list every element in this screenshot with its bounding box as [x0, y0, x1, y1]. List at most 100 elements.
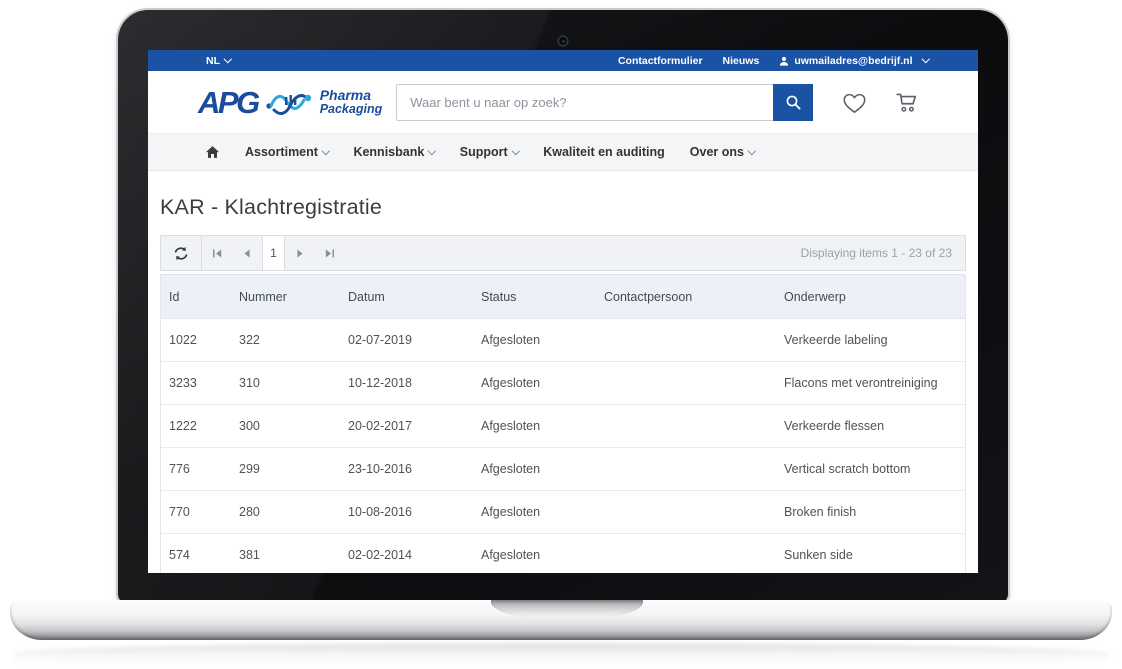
- cell-id: 574: [169, 548, 239, 562]
- cell-datum: 02-02-2014: [348, 548, 481, 562]
- header-icons: [841, 89, 978, 115]
- language-selector[interactable]: NL: [206, 55, 231, 67]
- logo-acronym: APG: [198, 87, 258, 118]
- site-header: APG Pharma Packaging: [148, 71, 978, 133]
- cell-onderwerp: Broken finish: [784, 505, 965, 519]
- webcam-icon: [559, 37, 567, 45]
- cell-id: 770: [169, 505, 239, 519]
- column-header[interactable]: Onderwerp: [784, 290, 965, 304]
- table-row[interactable]: 1222 300 20-02-2017 Afgesloten Verkeerde…: [161, 405, 965, 448]
- cell-onderwerp: Verkeerde labeling: [784, 333, 965, 347]
- cell-nummer: 322: [239, 333, 348, 347]
- table-body: 1022 322 02-07-2019 Afgesloten Verkeerde…: [161, 319, 965, 573]
- cell-nummer: 280: [239, 505, 348, 519]
- cell-nummer: 381: [239, 548, 348, 562]
- cell-id: 3233: [169, 376, 239, 390]
- column-header[interactable]: Datum: [348, 290, 481, 304]
- logo-tagline-line2: Packaging: [320, 103, 383, 116]
- cell-onderwerp: Verkeerde flessen: [784, 419, 965, 433]
- search-button[interactable]: [773, 84, 813, 121]
- complaints-table: Id Nummer Datum Status Contactpersoon On…: [160, 274, 966, 573]
- displaying-items-status: Displaying items 1 - 23 of 23: [801, 246, 965, 260]
- cell-datum: 10-12-2018: [348, 376, 481, 390]
- nav-item-label: Support: [460, 145, 508, 159]
- account-email: uwmailadres@bedrijf.nl: [794, 55, 912, 67]
- chevron-down-icon: [428, 147, 436, 155]
- cell-onderwerp: Sunken side: [784, 548, 965, 562]
- laptop-reflection: [14, 643, 1108, 669]
- previous-page-icon: [241, 248, 253, 259]
- column-header[interactable]: Contactpersoon: [604, 290, 784, 304]
- current-page-indicator[interactable]: 1: [262, 236, 285, 270]
- cell-onderwerp: Vertical scratch bottom: [784, 462, 965, 476]
- pager: 1: [202, 236, 345, 270]
- chevron-down-icon: [512, 147, 520, 155]
- nav-item-label: Assortiment: [245, 145, 318, 159]
- wishlist-button[interactable]: [841, 90, 868, 115]
- laptop-lid-notch: [491, 600, 643, 619]
- language-label: NL: [206, 55, 220, 67]
- nav-item[interactable]: Assortiment: [245, 145, 328, 159]
- cell-status: Afgesloten: [481, 333, 604, 347]
- cell-nummer: 300: [239, 419, 348, 433]
- table-row[interactable]: 770 280 10-08-2016 Afgesloten Broken fin…: [161, 491, 965, 534]
- shopping-cart-icon: [893, 89, 921, 115]
- grid-toolbar: 1 Displaying items 1 - 23 of 23: [160, 235, 966, 271]
- table-row[interactable]: 3233 310 10-12-2018 Afgesloten Flacons m…: [161, 362, 965, 405]
- cell-id: 1222: [169, 419, 239, 433]
- topbar-link-contactformulier[interactable]: Contactformulier: [618, 55, 703, 67]
- previous-page-button[interactable]: [232, 236, 262, 270]
- heart-icon: [841, 90, 868, 115]
- nav-item-label: Kwaliteit en auditing: [543, 145, 665, 159]
- nav-items: Assortiment Kennisbank Support Kwaliteit…: [245, 145, 754, 159]
- cell-onderwerp: Flacons met verontreiniging: [784, 376, 965, 390]
- table-header-row: Id Nummer Datum Status Contactpersoon On…: [161, 275, 965, 319]
- cell-datum: 20-02-2017: [348, 419, 481, 433]
- logo-tagline-line1: Pharma: [320, 88, 383, 103]
- table-row[interactable]: 776 299 23-10-2016 Afgesloten Vertical s…: [161, 448, 965, 491]
- site-logo[interactable]: APG Pharma Packaging: [198, 85, 382, 119]
- nav-item-label: Over ons: [690, 145, 744, 159]
- cell-status: Afgesloten: [481, 419, 604, 433]
- logo-tagline: Pharma Packaging: [320, 88, 383, 116]
- cell-status: Afgesloten: [481, 505, 604, 519]
- nav-item[interactable]: Kennisbank: [353, 145, 434, 159]
- refresh-icon: [173, 246, 189, 261]
- cell-datum: 23-10-2016: [348, 462, 481, 476]
- cell-datum: 10-08-2016: [348, 505, 481, 519]
- table-row[interactable]: 1022 322 02-07-2019 Afgesloten Verkeerde…: [161, 319, 965, 362]
- last-page-button[interactable]: [315, 236, 345, 270]
- nav-item[interactable]: Over ons: [690, 145, 755, 159]
- chevron-down-icon: [921, 55, 929, 63]
- refresh-button[interactable]: [161, 236, 202, 270]
- column-header[interactable]: Nummer: [239, 290, 348, 304]
- page-title: KAR - Klachtregistratie: [160, 195, 966, 220]
- main-nav: Assortiment Kennisbank Support Kwaliteit…: [148, 133, 978, 171]
- chevron-down-icon: [322, 147, 330, 155]
- last-page-icon: [324, 248, 336, 259]
- table-row[interactable]: 574 381 02-02-2014 Afgesloten Sunken sid…: [161, 534, 965, 573]
- next-page-button[interactable]: [285, 236, 315, 270]
- laptop-base: [10, 600, 1112, 640]
- nav-item[interactable]: Support: [460, 145, 518, 159]
- nav-item[interactable]: Kwaliteit en auditing: [543, 145, 665, 159]
- nav-home[interactable]: [205, 145, 220, 159]
- person-icon: [779, 56, 789, 66]
- column-header[interactable]: Status: [481, 290, 604, 304]
- cell-nummer: 299: [239, 462, 348, 476]
- page-content: KAR - Klachtregistratie 1: [148, 195, 978, 573]
- cart-button[interactable]: [893, 89, 921, 115]
- cell-id: 1022: [169, 333, 239, 347]
- topbar-link-nieuws[interactable]: Nieuws: [723, 55, 760, 67]
- dna-helix-icon: [265, 85, 313, 119]
- search-input[interactable]: [397, 85, 774, 120]
- magnifier-icon: [785, 94, 802, 111]
- first-page-button[interactable]: [202, 236, 232, 270]
- cell-status: Afgesloten: [481, 548, 604, 562]
- column-header[interactable]: Id: [169, 290, 239, 304]
- next-page-icon: [294, 248, 306, 259]
- account-menu[interactable]: uwmailadres@bedrijf.nl: [779, 55, 928, 67]
- cell-id: 776: [169, 462, 239, 476]
- cell-nummer: 310: [239, 376, 348, 390]
- cell-status: Afgesloten: [481, 462, 604, 476]
